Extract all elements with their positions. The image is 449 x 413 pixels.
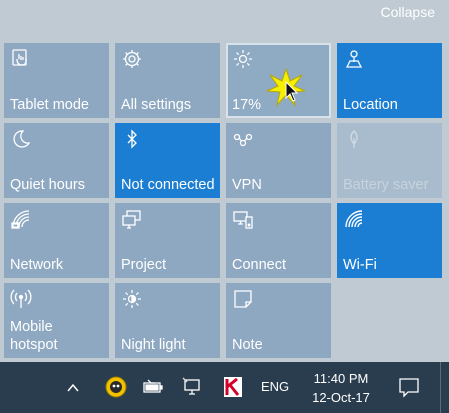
connect-icon <box>233 211 253 229</box>
project-icon <box>122 210 141 229</box>
tile-mobile-hotspot[interactable]: Mobile hotspot <box>4 283 109 358</box>
tile-night-light[interactable]: Night light <box>115 283 220 358</box>
tile-label: Night light <box>121 337 186 353</box>
action-center-button[interactable] <box>384 362 434 413</box>
tile-vpn[interactable]: VPN <box>226 123 331 198</box>
tablet-mode-icon <box>12 49 27 66</box>
tile-label: Project <box>121 257 167 273</box>
moon-icon <box>13 130 31 148</box>
tile-battery-saver[interactable]: Battery saver <box>337 123 442 198</box>
tile-tablet-mode[interactable]: Tablet mode <box>4 43 109 118</box>
location-icon <box>345 50 363 68</box>
clock-date: 12-Oct-17 <box>312 390 370 405</box>
tile-wifi[interactable]: Wi-Fi <box>337 203 442 278</box>
tile-label: Connect <box>232 257 287 273</box>
clock-time: 11:40 PM <box>313 371 369 386</box>
network-tray-icon[interactable] <box>182 375 204 399</box>
collapse-link[interactable]: Collapse <box>381 4 435 20</box>
tile-label: All settings <box>121 97 192 113</box>
tile-label: Note <box>232 337 263 353</box>
network-icon <box>11 210 30 229</box>
tile-bluetooth[interactable]: Not connected <box>115 123 220 198</box>
tile-brightness[interactable]: 17% <box>226 43 331 118</box>
tile-network[interactable]: Network <box>4 203 109 278</box>
tile-label: Battery saver <box>343 177 429 193</box>
tile-label: Location <box>343 97 398 113</box>
tile-label: Network <box>10 257 64 273</box>
tile-label: Not connected <box>121 177 215 193</box>
vpn-icon <box>233 133 253 147</box>
tile-project[interactable]: Project <box>115 203 220 278</box>
mobile-hotspot-icon <box>10 289 32 308</box>
battery-icon[interactable] <box>142 375 164 399</box>
tile-label: Mobile hotspot <box>10 319 58 353</box>
antivirus-icon[interactable] <box>222 375 244 399</box>
tile-quiet-hours[interactable]: Quiet hours <box>4 123 109 198</box>
tile-label: Wi-Fi <box>343 257 377 273</box>
tile-label: 17% <box>232 97 262 113</box>
night-light-icon <box>123 290 141 308</box>
notification-icon <box>399 378 419 398</box>
tile-label: Tablet mode <box>10 97 89 113</box>
action-center: Collapse Tablet mode All settings 17% Lo… <box>0 0 449 362</box>
note-icon <box>234 290 252 308</box>
tile-label: VPN <box>232 177 262 193</box>
show-desktop-divider[interactable] <box>440 362 441 413</box>
leaf-icon <box>350 130 358 148</box>
wifi-icon <box>345 210 363 228</box>
app-tray-icon[interactable] <box>104 375 128 399</box>
chevron-up-icon[interactable] <box>66 375 80 399</box>
tile-connect[interactable]: Connect <box>226 203 331 278</box>
tile-note[interactable]: Note <box>226 283 331 358</box>
bluetooth-icon <box>127 129 137 149</box>
brightness-icon <box>234 50 252 68</box>
language-indicator[interactable]: ENG <box>261 379 289 394</box>
tile-all-settings[interactable]: All settings <box>115 43 220 118</box>
gear-icon <box>123 50 141 68</box>
tile-location[interactable]: Location <box>337 43 442 118</box>
tile-label: Quiet hours <box>10 177 85 193</box>
taskbar: ENG 11:40 PM 12-Oct-17 <box>0 362 449 413</box>
clock[interactable]: 11:40 PM 12-Oct-17 <box>305 369 377 407</box>
